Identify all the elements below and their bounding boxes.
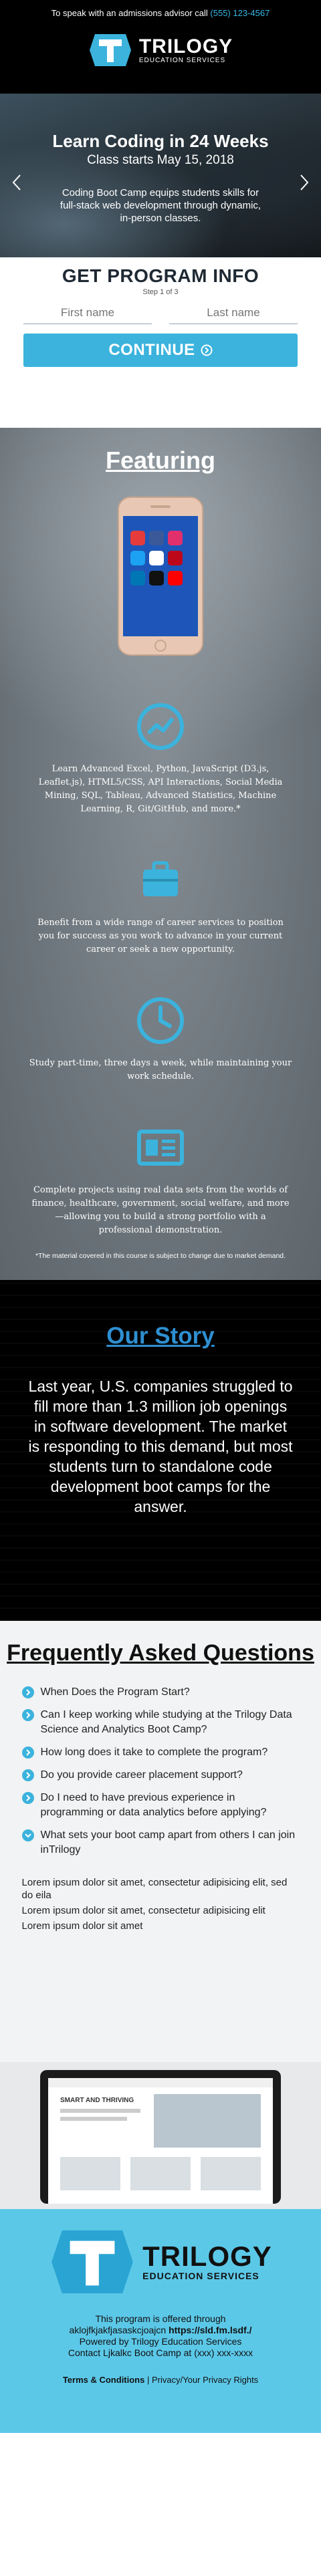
feature-text: Benefit from a wide range of career serv…: [37, 918, 284, 954]
first-name-input[interactable]: [23, 301, 152, 324]
hero-start-date: Class starts May 15, 2018: [87, 153, 234, 167]
footer-offered-line: This program is offered through: [95, 2313, 226, 2324]
chevron-circle-icon: [21, 1709, 34, 1721]
hero-title: Learn Coding in 24 Weeks: [52, 131, 269, 151]
form-step-indicator: Step 1 of 3: [142, 288, 179, 296]
footer-powered-line: Powered by Trilogy Education Services: [79, 2336, 242, 2347]
featuring-heading: Featuring: [105, 446, 215, 474]
faq-answer-item: Lorem ipsum dolor sit amet, consectetur …: [21, 1877, 288, 1901]
chevron-circle-icon: [21, 1792, 34, 1804]
feature-item-schedule: Study part-time, three days a week, whil…: [29, 994, 293, 1083]
portfolio-icon: [137, 1130, 184, 1166]
brand-tagline: EDUCATION SERVICES: [142, 2271, 259, 2281]
form-heading: GET PROGRAM INFO: [62, 265, 259, 286]
legal-separator: |: [146, 2375, 150, 2385]
footer-provider-link[interactable]: https://sld.fm.lsdf./: [169, 2325, 251, 2335]
chart-icon: [137, 703, 184, 750]
story-heading: Our Story: [106, 1323, 215, 1349]
clock-icon: [137, 997, 184, 1044]
faq-question-text: Can I keep working while studying at the…: [40, 1709, 292, 1735]
feature-item-skills: Learn Advanced Excel, Python, JavaScript…: [29, 700, 293, 816]
faq-question[interactable]: Can I keep working while studying at the…: [21, 1708, 300, 1737]
featuring-section: Featuring Learn Advanced Excel, Python, …: [0, 428, 321, 1280]
brand-tagline: EDUCATION SERVICES: [138, 56, 226, 64]
terms-link[interactable]: Terms & Conditions: [63, 2375, 145, 2385]
program-info-form: GET PROGRAM INFO Step 1 of 3 CONTINUE: [0, 257, 321, 428]
top-bar: To speak with an admissions advisor call…: [0, 0, 321, 94]
arrow-circle-right-icon: [201, 344, 213, 356]
faq-question-text: How long does it take to complete the pr…: [40, 1747, 268, 1758]
trilogy-t-logo-icon: [89, 34, 131, 66]
laptop-image: SMART AND THRIVING: [40, 2070, 281, 2204]
hero-banner: Learn Coding in 24 Weeks Class starts Ma…: [0, 94, 321, 257]
faq-section: Frequently Asked Questions When Does the…: [0, 1621, 321, 2062]
our-story-section: Our Story Last year, U.S. companies stru…: [0, 1280, 321, 1621]
faq-question-expanded[interactable]: What sets your boot camp apart from othe…: [21, 1828, 300, 1857]
faq-question-text: Do I need to have previous experience in…: [40, 1792, 267, 1818]
last-name-input[interactable]: [169, 301, 298, 324]
feature-text: Study part-time, three days a week, whil…: [29, 1058, 292, 1081]
faq-question[interactable]: How long does it take to complete the pr…: [21, 1745, 300, 1760]
faq-heading: Frequently Asked Questions: [7, 1640, 314, 1666]
feature-item-career: Benefit from a wide range of career serv…: [29, 854, 293, 956]
briefcase-icon: [143, 861, 178, 896]
advisor-call-line: To speak with an admissions advisor call…: [0, 0, 321, 18]
faq-answer-item: Lorem ipsum dolor sit amet, consectetur …: [21, 1905, 265, 1916]
feature-text: Complete projects using real data sets f…: [31, 1185, 290, 1235]
footer-provider-line: aklojfkjakfjasaskcjoajcn https://sld.fm.…: [0, 2325, 321, 2336]
page-footer: TRILOGY EDUCATION SERVICES This program …: [0, 2209, 321, 2433]
header-logo[interactable]: TRILOGY EDUCATION SERVICES: [0, 31, 321, 69]
story-text: Last year, U.S. companies struggled to f…: [28, 1378, 293, 1515]
course-disclaimer: *The material covered in this course is …: [35, 1252, 286, 1260]
feature-item-projects: Complete projects using real data sets f…: [29, 1121, 293, 1237]
faq-question[interactable]: Do I need to have previous experience in…: [21, 1791, 300, 1820]
laptop-image-band: SMART AND THRIVING: [0, 2062, 321, 2209]
privacy-link[interactable]: Privacy/Your Privacy Rights: [152, 2375, 258, 2385]
faq-question-text: When Does the Program Start?: [40, 1686, 190, 1698]
faq-question-text: Do you provide career placement support?: [40, 1769, 243, 1781]
brand-name: TRILOGY: [142, 2240, 272, 2272]
chevron-circle-icon: [21, 1769, 34, 1781]
advisor-call-text: To speak with an admissions advisor call: [51, 8, 208, 18]
continue-button-label: CONTINUE: [108, 341, 195, 359]
footer-provider-name: aklojfkjakfjasaskcjoajcn: [69, 2325, 167, 2335]
faq-question[interactable]: When Does the Program Start?: [21, 1685, 300, 1700]
chevron-circle-down-icon: [21, 1829, 34, 1841]
footer-logo[interactable]: TRILOGY EDUCATION SERVICES: [0, 2225, 321, 2299]
feature-text: Learn Advanced Excel, Python, JavaScript…: [38, 764, 283, 814]
faq-question[interactable]: Do you provide career placement support?: [21, 1768, 300, 1783]
continue-button[interactable]: CONTINUE: [23, 334, 298, 367]
footer-contact-line: Contact Ljkalkc Boot Camp at (xxx) xxx-x…: [68, 2347, 253, 2358]
smartphone-image: [118, 497, 203, 656]
hero-description: Coding Boot Camp equips students skills …: [60, 187, 261, 224]
faq-answer-item: Lorem ipsum dolor sit amet: [21, 1920, 143, 1932]
chevron-circle-icon: [21, 1686, 34, 1698]
brand-name: TRILOGY: [138, 35, 233, 57]
advisor-phone-link[interactable]: (555) 123-4567: [210, 8, 270, 18]
faq-question-text: What sets your boot camp apart from othe…: [40, 1829, 296, 1855]
trilogy-t-logo-icon: [51, 2230, 134, 2294]
footer-legal-links: Terms & Conditions | Privacy/Your Privac…: [0, 2375, 321, 2385]
chevron-circle-icon: [21, 1747, 34, 1759]
faq-answer-list: Lorem ipsum dolor sit amet, consectetur …: [22, 1876, 300, 1932]
laptop-screen-title: SMART AND THRIVING: [60, 2097, 134, 2104]
